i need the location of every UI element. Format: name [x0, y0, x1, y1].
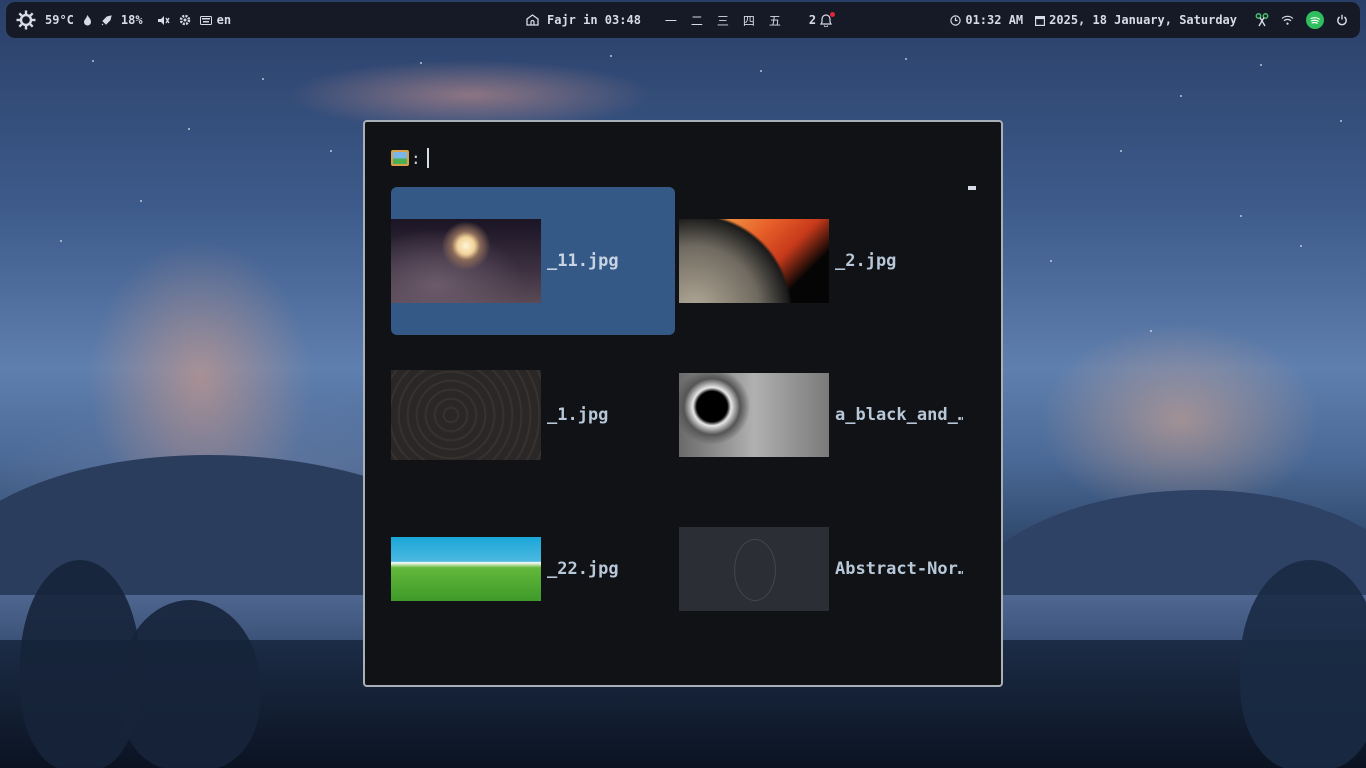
clock-text: 01:32 AM	[965, 13, 1024, 27]
top-bar: 59°C 18% en Fajr in 03:48 一 二 三 四 五 2 01…	[6, 2, 1360, 38]
scroll-indicator[interactable]	[968, 186, 976, 190]
wallpaper-thumbnail	[679, 527, 829, 611]
cpu-usage-text: 18%	[120, 13, 143, 27]
volume-muted-icon[interactable]	[157, 15, 170, 26]
bell-icon	[820, 11, 836, 27]
date-text: 2025, 18 January, Saturday	[1049, 13, 1237, 27]
text-cursor	[426, 148, 429, 168]
wallpaper-filename: _2.jpg	[835, 251, 897, 271]
wallpaper-filename: _11.jpg	[547, 251, 619, 271]
wallpaper-item[interactable]: a_black_and_…	[679, 341, 963, 489]
wallpaper-plant	[1240, 560, 1366, 768]
wallpaper-filename: _1.jpg	[547, 405, 609, 425]
flame-icon	[83, 14, 92, 26]
notification-count: 2	[808, 13, 817, 27]
scissors-icon[interactable]	[1255, 13, 1269, 27]
wallpaper-item[interactable]: Abstract-Nor…	[679, 495, 963, 643]
workspace-4[interactable]: 四	[743, 12, 755, 29]
workspace-switcher: 一 二 三 四 五	[665, 12, 781, 29]
keyboard-layout-text[interactable]: en	[217, 13, 231, 27]
keyboard-icon	[199, 15, 212, 25]
picture-icon	[391, 150, 409, 166]
top-bar-center: Fajr in 03:48 一 二 三 四 五 2	[526, 2, 836, 38]
wallpaper-plant	[120, 600, 260, 768]
wallpaper-thumbnail	[391, 370, 541, 460]
wifi-icon[interactable]	[1281, 15, 1294, 25]
workspace-5[interactable]: 五	[769, 12, 781, 29]
wallpaper-thumbnail	[679, 219, 829, 303]
top-bar-right: 01:32 AM 2025, 18 January, Saturday	[950, 2, 1348, 38]
notification-center-button[interactable]: 2	[808, 11, 836, 27]
rocket-icon	[101, 14, 112, 26]
notification-dot	[830, 11, 836, 17]
wallpaper-filename: _22.jpg	[547, 559, 619, 579]
workspace-3[interactable]: 三	[717, 12, 729, 29]
prayer-time-text: Fajr in 03:48	[547, 13, 641, 27]
settings-gear-icon[interactable]	[179, 14, 191, 26]
search-prompt[interactable]: :	[391, 148, 429, 168]
wallpaper-thumbnail	[391, 219, 541, 303]
wallpaper-thumbnail	[391, 537, 541, 601]
mosque-icon	[526, 14, 539, 26]
wallpaper-filename: Abstract-Nor…	[835, 559, 963, 579]
wallpaper-picker-window: : _11.jpg _2.jpg _1.jpg a_black_and_… _2…	[363, 120, 1003, 687]
clock-widget[interactable]: 01:32 AM	[950, 13, 1023, 27]
workspace-2[interactable]: 二	[691, 12, 703, 29]
calendar-icon	[1035, 15, 1046, 26]
power-icon[interactable]	[1336, 14, 1348, 26]
prompt-label: :	[411, 148, 421, 168]
date-widget[interactable]: 2025, 18 January, Saturday	[1035, 13, 1237, 27]
spotify-icon[interactable]	[1306, 11, 1324, 29]
clock-icon	[950, 14, 962, 26]
wallpaper-item[interactable]: _2.jpg	[679, 187, 963, 335]
top-bar-left: 59°C 18% en	[16, 2, 231, 38]
system-menu-icon[interactable]	[16, 10, 36, 30]
temperature-text: 59°C	[45, 13, 74, 27]
wallpaper-item[interactable]: _1.jpg	[391, 341, 675, 489]
wallpaper-thumbnail	[679, 373, 829, 457]
wallpaper-filename: a_black_and_…	[835, 405, 963, 425]
wallpaper-item[interactable]: _22.jpg	[391, 495, 675, 643]
workspace-1[interactable]: 一	[665, 12, 677, 29]
wallpaper-item[interactable]: _11.jpg	[391, 187, 675, 335]
